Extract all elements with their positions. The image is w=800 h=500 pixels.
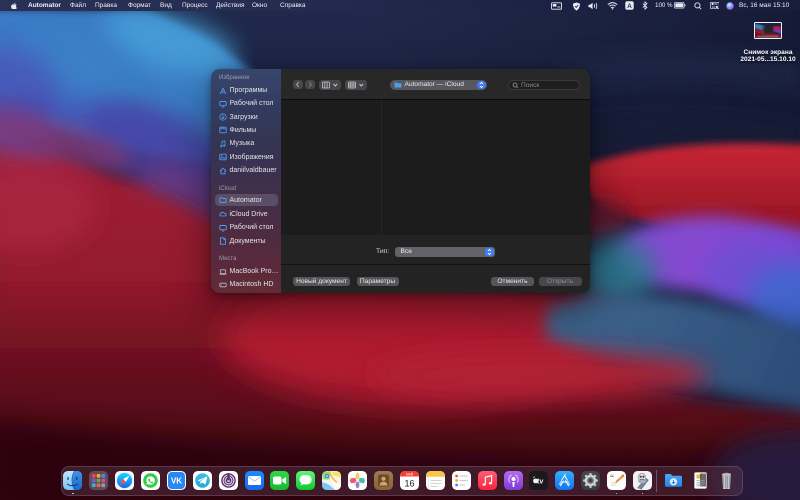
svg-text:16: 16 [404, 479, 414, 489]
svg-text:A: A [627, 3, 632, 10]
svg-text:tv: tv [537, 477, 543, 486]
svg-text:VK: VK [171, 477, 182, 486]
svg-text:МАЙ: МАЙ [406, 472, 414, 476]
svg-text:“: “ [610, 473, 614, 483]
